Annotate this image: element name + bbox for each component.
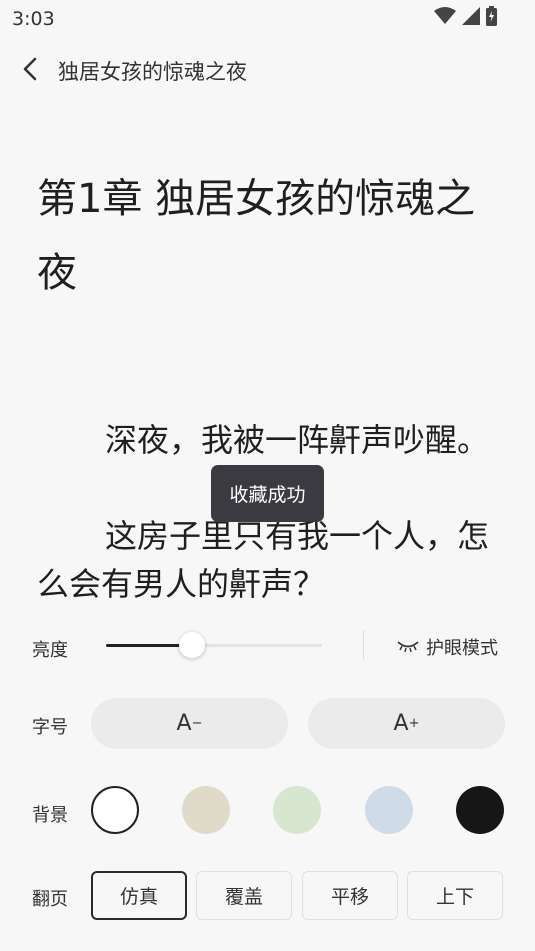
book-title: 独居女孩的惊魂之夜 [58, 60, 247, 84]
brightness-thumb[interactable] [179, 632, 206, 658]
font-increase-sign: + [408, 716, 420, 731]
font-decrease-button[interactable]: A − [91, 698, 288, 749]
font-size-label: 字号 [32, 717, 68, 738]
chapter-title: 第1章 独居女孩的惊魂之夜 [37, 176, 476, 296]
status-icons [434, 6, 497, 30]
toast-message: 收藏成功 [211, 465, 324, 522]
reader-content[interactable]: 第1章 独居女孩的惊魂之夜 深夜，我被一阵鼾声吵醒。 这房子里只有我一个人，怎么… [0, 100, 535, 598]
back-icon[interactable] [18, 54, 44, 84]
page-turn-scroll-button[interactable]: 上下 [407, 871, 503, 920]
reading-settings-panel: 亮度 护眼模式 字号 A − A + 背景 翻页 仿真 覆盖 平移 上下 [0, 598, 535, 951]
battery-charging-icon [486, 6, 497, 30]
background-swatch-beige[interactable] [182, 786, 230, 834]
font-decrease-letter: A [176, 711, 192, 736]
font-increase-button[interactable]: A + [308, 698, 505, 749]
status-bar: 3:03 [0, 0, 535, 36]
background-swatch-white[interactable] [91, 786, 139, 834]
background-swatch-blue[interactable] [365, 786, 413, 834]
paragraph: 深夜，我被一阵鼾声吵醒。 [105, 421, 490, 459]
wifi-icon [434, 7, 456, 29]
closed-eye-icon [396, 637, 420, 658]
brightness-label: 亮度 [32, 640, 68, 661]
page-turn-simulation-button[interactable]: 仿真 [91, 871, 187, 920]
divider [363, 630, 364, 660]
eye-mode-label: 护眼模式 [426, 638, 498, 659]
page-turn-slide-button[interactable]: 平移 [302, 871, 398, 920]
font-decrease-sign: − [191, 716, 203, 731]
paragraph: 这房子里只有我一个人，怎么会有男人的鼾声？ [37, 517, 490, 598]
page-turn-cover-button[interactable]: 覆盖 [196, 871, 292, 920]
font-increase-letter: A [393, 711, 409, 736]
status-time: 3:03 [12, 8, 55, 30]
app-bar: 独居女孩的惊魂之夜 [0, 44, 535, 94]
page-turn-label: 翻页 [32, 889, 68, 910]
background-swatch-black[interactable] [456, 786, 504, 834]
brightness-slider[interactable] [106, 632, 322, 658]
background-label: 背景 [32, 805, 68, 826]
background-swatch-green[interactable] [273, 786, 321, 834]
eye-mode-toggle[interactable]: 护眼模式 [396, 634, 498, 660]
signal-icon [462, 7, 480, 29]
